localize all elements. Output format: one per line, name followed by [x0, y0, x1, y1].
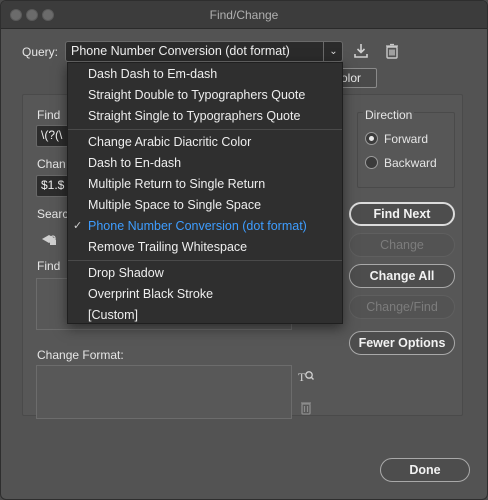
lock-layers-icon[interactable]	[40, 230, 58, 248]
query-dropdown-menu: Dash Dash to Em-dash Straight Double to T…	[67, 62, 343, 324]
checkmark-icon: ✓	[73, 220, 83, 232]
save-query-icon[interactable]	[352, 42, 370, 60]
menu-item[interactable]: Multiple Return to Single Return	[68, 174, 342, 195]
svg-text:T: T	[298, 370, 306, 384]
specify-format-icon[interactable]: T	[297, 367, 315, 385]
direction-label: Direction	[363, 108, 415, 122]
menu-item[interactable]: Multiple Space to Single Space	[68, 195, 342, 216]
title-bar: Find/Change	[1, 1, 487, 29]
menu-item[interactable]: Straight Single to Typographers Quote	[68, 106, 342, 127]
menu-separator	[68, 129, 342, 130]
menu-item[interactable]: Dash to En-dash	[68, 153, 342, 174]
trash-icon[interactable]	[383, 42, 401, 60]
find-format-label: Find	[37, 259, 61, 273]
change-all-button[interactable]: Change All	[349, 264, 455, 288]
fewer-options-button[interactable]: Fewer Options	[349, 331, 455, 355]
chevron-down-icon[interactable]: ⌄	[323, 41, 343, 62]
search-label: Searc	[37, 207, 69, 221]
menu-separator	[68, 260, 342, 261]
menu-item[interactable]: Dash Dash to Em-dash	[68, 64, 342, 85]
backward-radio[interactable]	[365, 156, 378, 169]
clear-format-trash-icon[interactable]	[297, 399, 315, 417]
forward-label[interactable]: Forward	[384, 132, 428, 146]
menu-item[interactable]: Drop Shadow	[68, 263, 342, 284]
menu-item[interactable]: Overprint Black Stroke	[68, 284, 342, 305]
menu-item-selected[interactable]: Phone Number Conversion (dot format) ✓	[68, 216, 342, 237]
change-format-label: Change Format:	[37, 348, 124, 362]
find-next-button[interactable]: Find Next	[349, 202, 455, 226]
backward-label[interactable]: Backward	[384, 156, 437, 170]
window-title: Find/Change	[209, 8, 279, 22]
menu-item[interactable]: Straight Double to Typographers Quote	[68, 85, 342, 106]
change-find-button[interactable]: Change/Find	[349, 295, 455, 319]
menu-item[interactable]: Remove Trailing Whitespace	[68, 237, 342, 258]
forward-radio[interactable]	[365, 132, 378, 145]
find-what-label: Find	[37, 108, 61, 122]
done-button[interactable]: Done	[380, 458, 470, 482]
change-button[interactable]: Change	[349, 233, 455, 257]
direction-group	[357, 112, 455, 188]
query-label: Query:	[22, 45, 59, 59]
change-to-label: Chan	[37, 157, 66, 171]
query-dropdown[interactable]: Phone Number Conversion (dot format)	[65, 41, 343, 62]
find-change-dialog: Find/Change Query: Phone Number Conversi…	[0, 0, 488, 500]
change-format-box[interactable]	[36, 365, 292, 419]
menu-item[interactable]: [Custom]	[68, 305, 342, 326]
menu-item[interactable]: Change Arabic Diacritic Color	[68, 132, 342, 153]
